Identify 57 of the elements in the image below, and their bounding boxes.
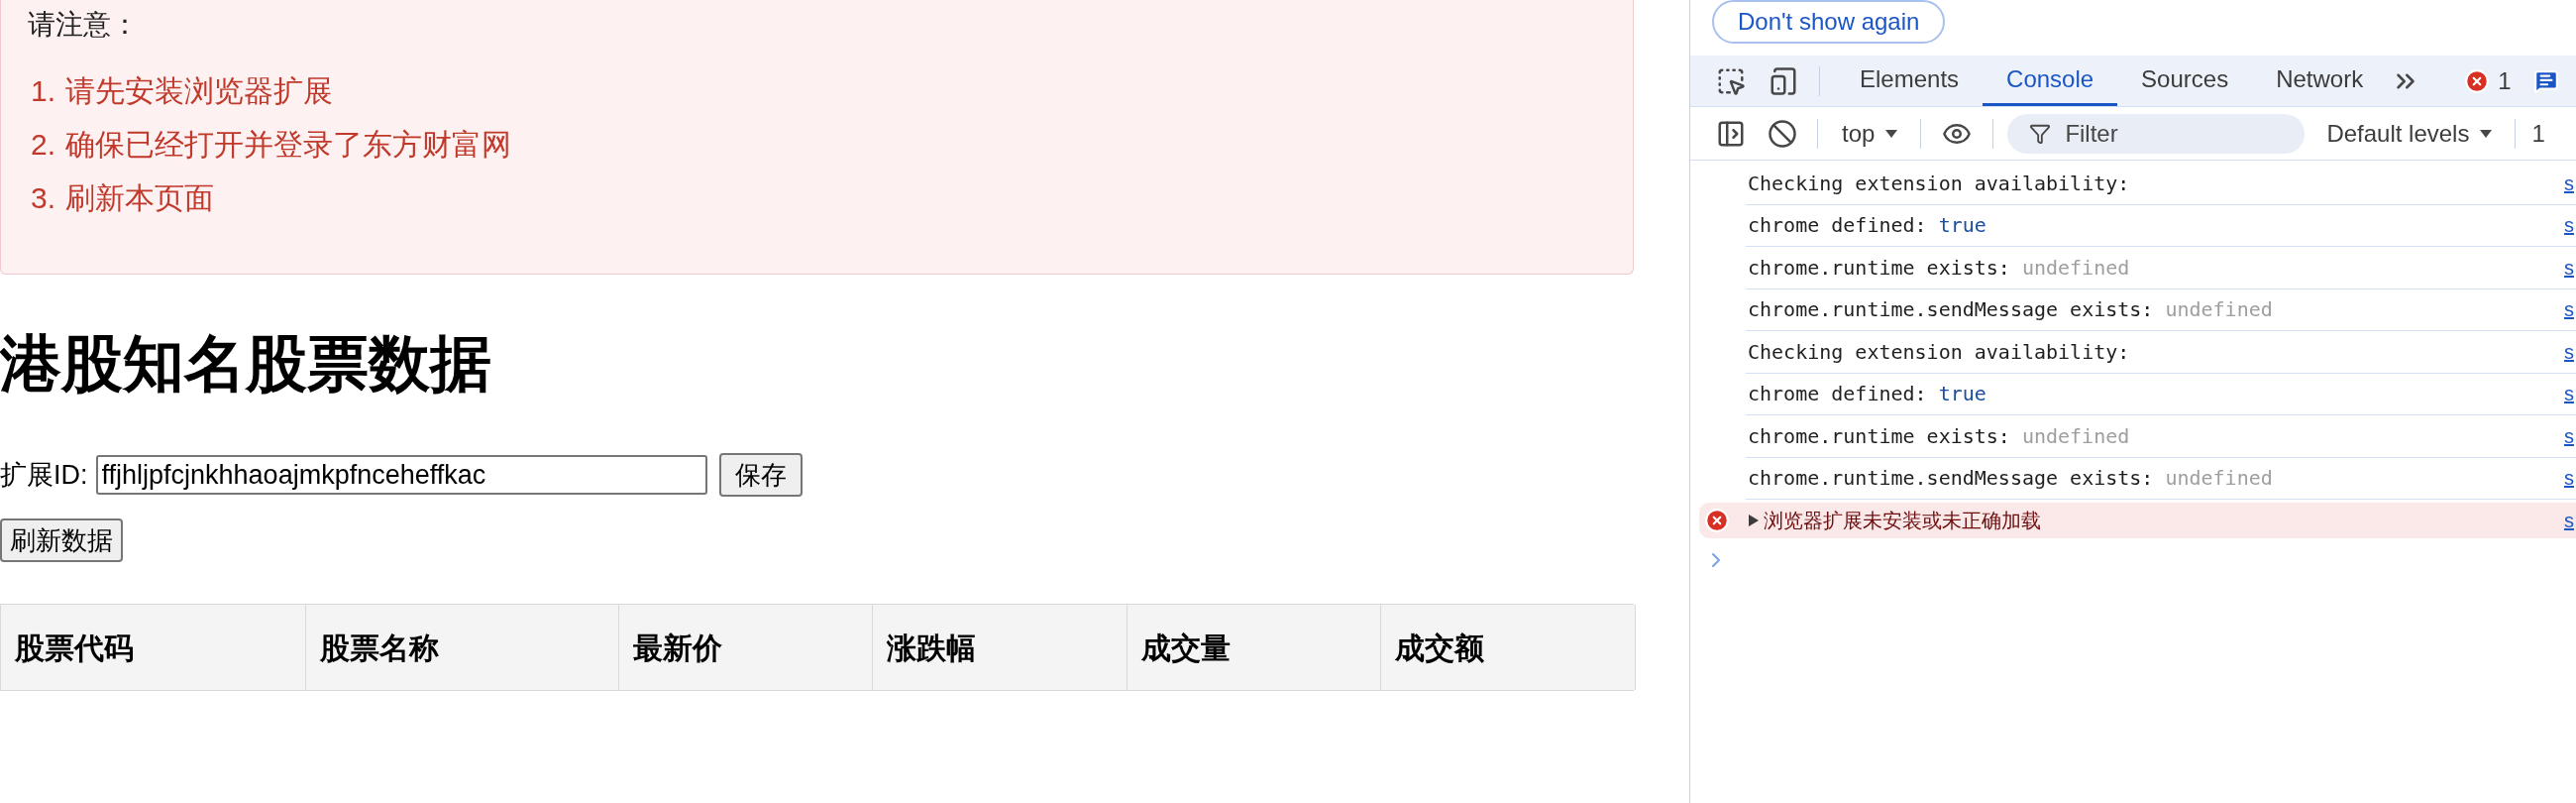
clear-console-icon[interactable] — [1768, 118, 1797, 149]
levels-dropdown[interactable]: Default levels — [2326, 115, 2494, 152]
source-link[interactable]: s — [2564, 379, 2576, 409]
log-value: undefined — [2021, 422, 2130, 450]
source-link[interactable]: s — [2564, 210, 2576, 241]
devtools-tab[interactable]: Elements — [1836, 56, 1984, 106]
device-toolbar-icon[interactable] — [1768, 65, 1799, 96]
caret-icon — [2479, 128, 2494, 139]
notice-item: 2. 确保已经打开并登录了东方财富网 — [30, 127, 513, 163]
log-text: chrome.runtime.sendMessage exists: — [1748, 465, 2154, 493]
source-link[interactable]: s — [2564, 420, 2576, 451]
devtools-tab[interactable]: Sources — [2117, 56, 2253, 106]
source-link[interactable]: s — [2564, 506, 2576, 535]
filter-field[interactable]: Filter — [2007, 113, 2306, 154]
column-header: 最新价 — [619, 605, 873, 690]
log-text: Checking extension availability: — [1748, 338, 2130, 366]
error-text: 浏览器扩展未安装或未正确加载 — [1764, 509, 2041, 533]
error-icon[interactable] — [2464, 67, 2491, 94]
log-value: undefined — [2165, 465, 2273, 493]
column-header: 成交额 — [1381, 605, 1636, 690]
notice-item: 1. 请先安装浏览器扩展 — [30, 73, 335, 109]
context-dropdown[interactable]: top — [1842, 115, 1899, 152]
log-text: chrome.runtime exists: — [1748, 254, 2010, 282]
source-link[interactable]: s — [2564, 463, 2576, 494]
column-header: 涨跌幅 — [873, 605, 1127, 690]
log-value: true — [1938, 212, 1986, 240]
message-icon[interactable] — [2532, 67, 2559, 94]
column-header: 成交量 — [1127, 605, 1381, 690]
extension-id-field[interactable]: ffjhljpfcjnkhhaoajmkpfnceheffkac — [95, 455, 707, 495]
source-link[interactable]: s — [2564, 294, 2576, 325]
log-text: chrome.runtime exists: — [1748, 422, 2010, 450]
devtools-tab[interactable]: Network — [2252, 56, 2388, 106]
column-header: 股票名称 — [306, 605, 619, 690]
refresh-button[interactable]: 刷新数据 — [0, 518, 123, 562]
log-text: chrome.runtime.sendMessage exists: — [1748, 296, 2154, 324]
expand-icon[interactable] — [1748, 514, 1760, 527]
dont-show-again-button[interactable]: Don't show again — [1712, 0, 1946, 44]
log-text: chrome defined: — [1748, 212, 1927, 240]
log-text: chrome defined: — [1748, 381, 1927, 408]
log-value: undefined — [2165, 296, 2273, 324]
column-header: 股票代码 — [1, 605, 306, 690]
log-value: undefined — [2021, 254, 2130, 282]
notice-item: 3. 刷新本页面 — [30, 180, 216, 216]
log-value: true — [1938, 381, 1986, 408]
filter-icon — [2029, 122, 2052, 145]
source-link[interactable]: s — [2564, 252, 2576, 283]
issues-count[interactable]: 1 — [2531, 115, 2545, 152]
error-icon — [1704, 508, 1730, 533]
source-link[interactable]: s — [2564, 168, 2576, 198]
error-count[interactable]: 1 — [2498, 62, 2512, 99]
save-button[interactable]: 保存 — [718, 453, 803, 497]
caret-icon — [1884, 128, 1899, 139]
devtools-tab[interactable]: Console — [1983, 56, 2118, 106]
notice-title: 请注意： — [28, 8, 140, 42]
log-text: Checking extension availability: — [1748, 170, 2130, 197]
source-link[interactable]: s — [2564, 336, 2576, 367]
extension-id-label: 扩展ID: — [0, 458, 88, 492]
